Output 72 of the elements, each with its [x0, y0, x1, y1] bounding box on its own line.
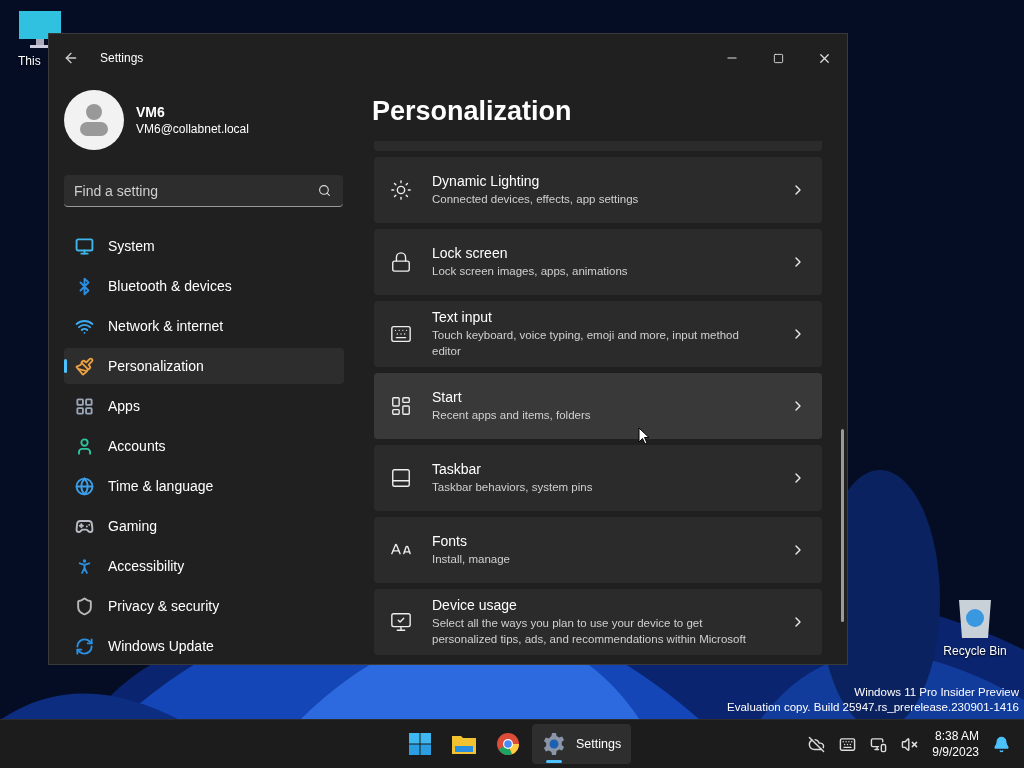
nav-item[interactable]: Personalization	[64, 348, 344, 384]
desktop-icon-label[interactable]: Recycle Bin	[943, 644, 1007, 658]
avatar[interactable]	[64, 90, 124, 150]
globe-icon	[75, 476, 94, 496]
network-icon[interactable]	[870, 735, 888, 753]
nav-item[interactable]: Windows Update	[64, 628, 344, 664]
nav-item[interactable]: System	[64, 228, 344, 264]
nav-item[interactable]: Network & internet	[64, 308, 344, 344]
card-subtitle: Lock screen images, apps, animations	[432, 264, 629, 279]
user-name: VM6	[136, 104, 166, 120]
window-title: Settings	[100, 51, 145, 65]
apps-grid-icon	[75, 396, 94, 416]
notification-bell-icon[interactable]	[993, 735, 1010, 753]
keyboard-icon[interactable]	[839, 735, 857, 753]
shield-icon	[75, 596, 94, 616]
nav-item[interactable]: Bluetooth & devices	[64, 268, 344, 304]
build-info-text: Evaluation copy. Build 25947.rs_prerelease.230901-1416	[727, 700, 1019, 715]
card-subtitle: Select all the ways you plan to use your device to get personalized tips, ads, and recommendations within Microsoft	[432, 616, 747, 647]
card-subtitle: Recent apps and items, folders	[432, 408, 592, 423]
taskbar-icon	[390, 467, 412, 489]
card-subtitle: Touch keyboard, voice typing, emoji and more, input method editor	[432, 328, 740, 359]
windows-logo-icon	[408, 732, 432, 756]
keyboard-icon	[390, 323, 412, 345]
card-title: Start	[432, 389, 463, 405]
back-icon[interactable]	[63, 50, 79, 66]
settings-card[interactable]: Start Recent apps and items, folders	[374, 373, 822, 439]
lock-icon	[390, 251, 412, 273]
settings-card[interactable]: Fonts Install, manage	[374, 517, 822, 583]
search-icon	[318, 184, 331, 197]
clock[interactable]: 8:38 AM 9/9/2023	[932, 728, 979, 760]
sun-icon	[390, 179, 412, 201]
browser-icon	[496, 732, 520, 756]
nav-item[interactable]: Time & language	[64, 468, 344, 504]
page-title: Personalization	[372, 95, 573, 128]
settings-card[interactable]: Text input Touch keyboard, voice typing, emoji and more, input method editor	[374, 301, 822, 367]
nav-item[interactable]: Apps	[64, 388, 344, 424]
refresh-icon	[75, 636, 94, 656]
build-info-text: Windows 11 Pro Insider Preview	[854, 685, 1019, 700]
folder-icon	[451, 733, 477, 755]
nav-item[interactable]: Accounts	[64, 428, 344, 464]
gear-icon	[542, 732, 566, 756]
card-subtitle: Install, manage	[432, 552, 511, 567]
search-field[interactable]: Find a setting	[64, 175, 343, 207]
start-menu-icon	[390, 395, 412, 417]
maximize-icon[interactable]	[772, 52, 784, 64]
user-email: VM6@collabnet.local	[136, 122, 249, 136]
card-title: Device usage	[432, 597, 518, 613]
nav-item[interactable]: Privacy & security	[64, 588, 344, 624]
settings-card[interactable]: Device usage Select all the ways you plan to use your device to get personalized tips, ads, and recommendations within Microsoft	[374, 589, 822, 655]
brush-icon	[75, 356, 94, 376]
volume-muted-icon[interactable]	[901, 735, 919, 753]
nav-item[interactable]: Gaming	[64, 508, 344, 544]
card-subtitle: Connected devices, effects, app settings	[432, 192, 640, 207]
taskbar-app-button[interactable]: Settings	[532, 724, 632, 764]
card-title: Taskbar	[432, 461, 483, 477]
desktop-icon-label[interactable]: This	[18, 54, 41, 68]
settings-card[interactable]: Taskbar Taskbar behaviors, system pins	[374, 445, 822, 511]
person-icon	[75, 436, 94, 456]
card-title: Fonts	[432, 533, 468, 549]
cloud-off-icon[interactable]	[808, 735, 826, 753]
monitor-check-icon	[390, 611, 412, 633]
card-title: Text input	[432, 309, 493, 325]
mouse-pointer-icon	[638, 427, 650, 445]
settings-card[interactable]: Lock screen Lock screen images, apps, animations	[374, 229, 822, 295]
card-title: Lock screen	[432, 245, 509, 261]
settings-card[interactable]: Dynamic Lighting Connected devices, effects, app settings	[374, 157, 822, 223]
nav-item[interactable]: Accessibility	[64, 548, 344, 584]
card-title: Dynamic Lighting	[432, 173, 541, 189]
monitor-icon	[75, 236, 94, 256]
monitor-icon	[18, 10, 62, 50]
card-subtitle: Taskbar behaviors, system pins	[432, 480, 594, 495]
scrollbar[interactable]	[841, 429, 844, 622]
